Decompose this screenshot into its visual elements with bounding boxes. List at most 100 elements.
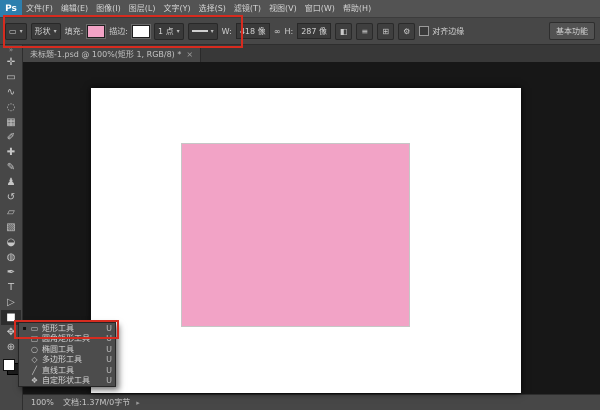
flyout-item-shortcut: U: [106, 345, 112, 354]
path-arrange-icon: ⊞: [382, 27, 389, 36]
clone-stamp-tool[interactable]: ♟: [1, 175, 21, 190]
brush-tool[interactable]: ✎: [1, 160, 21, 175]
photoshop-window: { "menubar": { "logo": "Ps", "items": ["…: [0, 0, 600, 409]
align-edges-label: 对齐边缘: [432, 26, 464, 37]
rectangle-icon: ▭: [30, 324, 39, 333]
menu-filter[interactable]: 滤镜(T): [230, 3, 265, 14]
status-options-arrow-icon[interactable]: ▸: [136, 399, 140, 407]
menu-select[interactable]: 选择(S): [195, 3, 230, 14]
menu-layer[interactable]: 图层(L): [125, 3, 160, 14]
flyout-polygon-tool[interactable]: ◇ 多边形工具 U: [19, 355, 115, 366]
eyedropper-tool[interactable]: ✐: [1, 130, 21, 145]
foreground-color-swatch[interactable]: [3, 359, 15, 371]
menu-image[interactable]: 图像(I): [92, 3, 125, 14]
flyout-custom-shape-tool[interactable]: ❖ 自定形状工具 U: [19, 376, 115, 387]
flyout-item-shortcut: U: [106, 376, 112, 385]
link-dimensions-icon[interactable]: ∞: [274, 27, 281, 36]
stroke-swatch[interactable]: [132, 25, 150, 38]
width-field[interactable]: 418 像: [236, 23, 270, 39]
custom-shape-icon: ❖: [30, 376, 39, 385]
width-value: 418 像: [240, 26, 266, 37]
rounded-rectangle-icon: ▢: [30, 334, 39, 343]
chevron-down-icon: ▾: [177, 28, 180, 35]
flyout-item-shortcut: U: [106, 355, 112, 364]
flyout-item-label: 自定形状工具: [42, 375, 103, 386]
document-title: 未标题-1.psd @ 100%(矩形 1, RGB/8) *: [30, 49, 181, 60]
fill-label: 填充:: [65, 26, 84, 37]
flyout-item-label: 圆角矩形工具: [42, 333, 103, 344]
menu-edit[interactable]: 编辑(E): [57, 3, 92, 14]
lasso-tool[interactable]: ∿: [1, 85, 21, 100]
history-brush-tool[interactable]: ↺: [1, 190, 21, 205]
type-tool[interactable]: T: [1, 280, 21, 295]
crop-tool[interactable]: ▦: [1, 115, 21, 130]
tool-mode-value: 形状: [35, 26, 51, 37]
stroke-width-field[interactable]: 1 点 ▾: [154, 23, 184, 40]
dodge-tool[interactable]: ◍: [1, 250, 21, 265]
path-arrange-button[interactable]: ⊞: [377, 23, 394, 40]
menu-type[interactable]: 文字(Y): [159, 3, 194, 14]
flyout-ellipse-tool[interactable]: ○ 椭圆工具 U: [19, 344, 115, 355]
flyout-item-shortcut: U: [106, 324, 112, 333]
close-icon[interactable]: ×: [186, 50, 193, 59]
quick-select-tool[interactable]: ◌: [1, 100, 21, 115]
path-alignment-button[interactable]: ≡: [356, 23, 373, 40]
flyout-item-label: 直线工具: [42, 365, 103, 376]
stroke-label: 描边:: [109, 26, 128, 37]
blur-tool[interactable]: ◒: [1, 235, 21, 250]
chevron-down-icon: ▾: [20, 28, 23, 35]
marquee-tool[interactable]: ▭: [1, 70, 21, 85]
rectangle-tool-icon: ▭: [9, 27, 17, 36]
checkbox-icon: [419, 26, 429, 36]
stroke-style-dropdown[interactable]: ▾: [188, 23, 218, 40]
path-operations-button[interactable]: ◧: [335, 23, 352, 40]
height-field[interactable]: 287 像: [297, 23, 331, 39]
move-tool[interactable]: ✛: [1, 55, 21, 70]
menu-view[interactable]: 视图(V): [265, 3, 301, 14]
polygon-icon: ◇: [30, 355, 39, 364]
menu-window[interactable]: 窗口(W): [301, 3, 339, 14]
status-bar: 100% 文档:1.37M/0字节 ▸: [23, 394, 600, 410]
path-operations-icon: ◧: [340, 27, 348, 36]
tool-preset-picker[interactable]: ▭ ▾: [5, 23, 27, 40]
pen-tool[interactable]: ✒: [1, 265, 21, 280]
height-value: 287 像: [301, 26, 327, 37]
menubar: Ps 文件(F) 编辑(E) 图像(I) 图层(L) 文字(Y) 选择(S) 滤…: [0, 0, 600, 18]
width-label: W:: [222, 27, 232, 36]
workspace-label: 基本功能: [556, 26, 588, 37]
eraser-tool[interactable]: ▱: [1, 205, 21, 220]
fill-swatch[interactable]: [87, 25, 105, 38]
document-tab-bar: 未标题-1.psd @ 100%(矩形 1, RGB/8) * ×: [23, 45, 600, 62]
gear-icon: ⚙: [403, 27, 410, 36]
flyout-rounded-rectangle-tool[interactable]: ▢ 圆角矩形工具 U: [19, 334, 115, 345]
workspace-switcher[interactable]: 基本功能: [549, 22, 595, 40]
ellipse-icon: ○: [30, 345, 39, 354]
stroke-style-preview: [192, 30, 208, 32]
foreground-background-swatches[interactable]: [3, 359, 19, 375]
geometry-options-button[interactable]: ⚙: [398, 23, 415, 40]
pink-rectangle-shape: [181, 143, 410, 327]
stroke-width-value: 1 点: [158, 26, 174, 37]
flyout-item-label: 矩形工具: [42, 323, 103, 334]
flyout-rectangle-tool[interactable]: ▪ ▭ 矩形工具 U: [19, 323, 115, 334]
menu-file[interactable]: 文件(F): [22, 3, 57, 14]
flyout-line-tool[interactable]: ╱ 直线工具 U: [19, 365, 115, 376]
align-edges-checkbox[interactable]: 对齐边缘: [419, 26, 464, 37]
ps-logo: Ps: [0, 0, 22, 17]
height-label: H:: [284, 27, 293, 36]
tool-mode-dropdown[interactable]: 形状 ▾: [31, 23, 61, 40]
flyout-item-shortcut: U: [106, 366, 112, 375]
zoom-level-field[interactable]: 100%: [31, 398, 57, 407]
path-select-tool[interactable]: ▷: [1, 295, 21, 310]
chevron-down-icon: ▾: [211, 28, 214, 35]
healing-brush-tool[interactable]: ✚: [1, 145, 21, 160]
line-icon: ╱: [30, 366, 39, 375]
document-info: 文档:1.37M/0字节: [63, 397, 130, 408]
flyout-item-label: 多边形工具: [42, 354, 103, 365]
path-alignment-icon: ≡: [361, 27, 368, 36]
document-tab[interactable]: 未标题-1.psd @ 100%(矩形 1, RGB/8) * ×: [23, 46, 201, 62]
document-page: [91, 88, 521, 393]
gradient-tool[interactable]: ▧: [1, 220, 21, 235]
menu-help[interactable]: 帮助(H): [339, 3, 375, 14]
collapse-panel-icon[interactable]: »: [9, 46, 13, 55]
